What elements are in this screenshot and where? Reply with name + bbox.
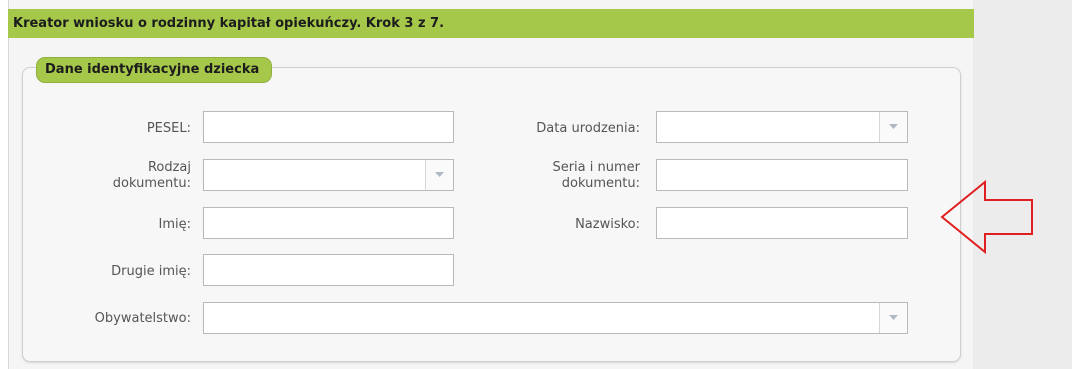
second-name-label: Drugie imię:: [111, 264, 191, 279]
wizard-title: Kreator wniosku o rodzinny kapitał opiek…: [8, 9, 974, 38]
last-name-input[interactable]: [656, 207, 908, 239]
document-number-label: Seria i numer dokumentu:: [460, 160, 640, 192]
pesel-input[interactable]: [203, 111, 454, 143]
document-type-select[interactable]: [203, 159, 454, 191]
chevron-down-icon: [889, 315, 898, 320]
pesel-label: PESEL:: [146, 121, 191, 136]
citizenship-label: Obywatelstwo:: [94, 311, 191, 326]
first-name-label: Imię:: [158, 217, 192, 232]
document-type-dropdown-button[interactable]: [425, 160, 453, 190]
arrow-left-icon: [940, 180, 1033, 255]
citizenship-select[interactable]: [203, 302, 908, 334]
document-type-label: Rodzaj dokumentu:: [11, 160, 191, 192]
citizenship-dropdown-button[interactable]: [879, 303, 907, 333]
document-type-label-line1: Rodzaj: [147, 160, 191, 175]
document-number-label-line2: dokumentu:: [561, 176, 640, 191]
birth-date-select[interactable]: [656, 111, 908, 143]
document-number-label-line1: Seria i numer: [552, 160, 640, 175]
birth-date-label: Data urodzenia:: [536, 121, 640, 136]
chevron-down-icon: [889, 124, 898, 129]
last-name-label: Nazwisko:: [575, 217, 640, 232]
fieldset-legend: Dane identyfikacyjne dziecka: [36, 57, 273, 83]
first-name-input[interactable]: [203, 207, 454, 239]
document-number-input[interactable]: [656, 159, 908, 191]
birth-date-dropdown-button[interactable]: [879, 112, 907, 142]
second-name-input[interactable]: [203, 254, 454, 286]
document-type-label-line2: dokumentu:: [112, 176, 191, 191]
chevron-down-icon: [435, 172, 444, 177]
